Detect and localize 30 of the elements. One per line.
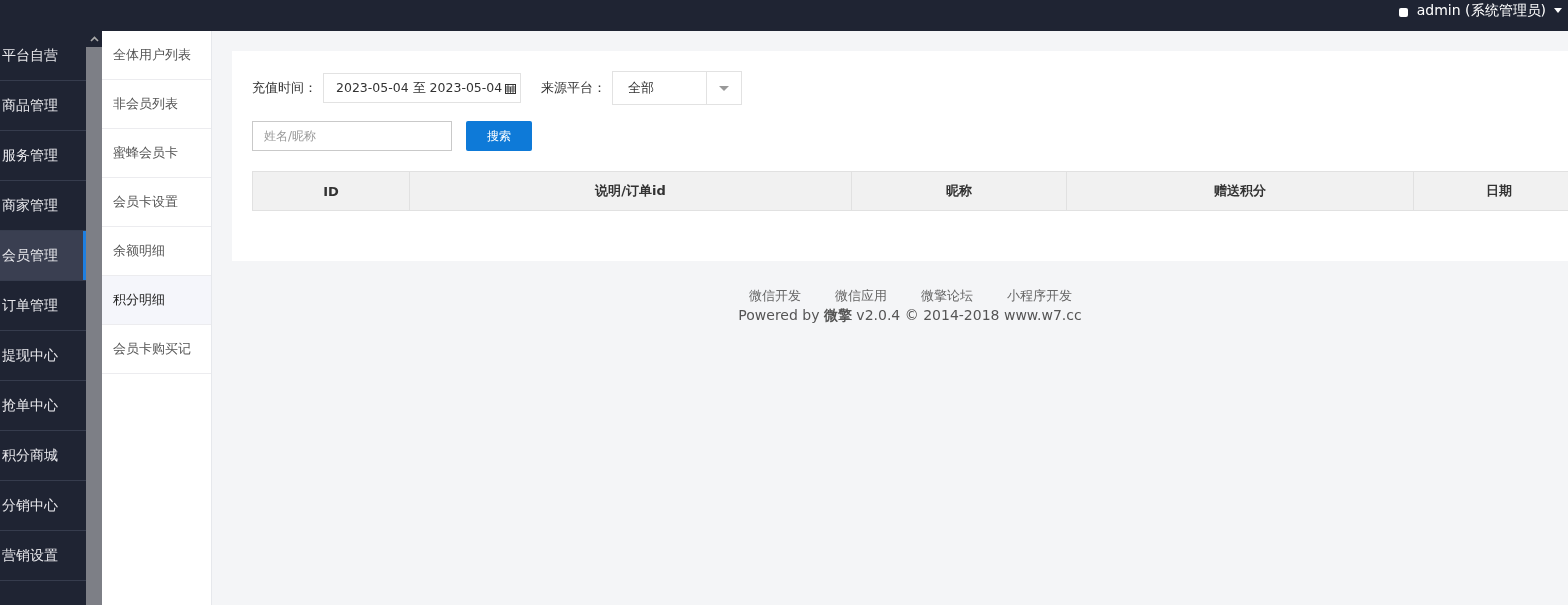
column-header: 日期	[1413, 171, 1568, 211]
scrollbar[interactable]	[86, 31, 102, 605]
caret-icon	[719, 85, 730, 91]
submenu-item[interactable]: 非会员列表	[102, 80, 211, 129]
chevron-up-icon[interactable]	[89, 36, 99, 42]
footer-link[interactable]: 微信应用	[834, 287, 887, 305]
caret-icon	[1554, 7, 1562, 13]
date-range-field[interactable]: 2023-05-04 至 2023-05-04	[323, 73, 522, 103]
date-label: 充值时间：	[252, 79, 317, 97]
platform-label: 来源平台：	[541, 79, 607, 97]
search-field[interactable]: 姓名/昵称	[252, 121, 452, 151]
footer-link[interactable]: 小程序开发	[1006, 287, 1072, 305]
user-icon	[1397, 7, 1409, 17]
submenu-item[interactable]: 全体用户列表	[102, 31, 211, 80]
sidebar-item[interactable]: 会员管理	[0, 231, 86, 281]
footer-link[interactable]: 微擎论坛	[920, 287, 973, 305]
submenu-item[interactable]: 蜜蜂会员卡	[102, 129, 211, 178]
platform-select[interactable]: 全部	[612, 71, 743, 105]
column-header: 说明/订单id	[409, 171, 852, 211]
submenu-item[interactable]: 积分明细	[102, 276, 211, 325]
copyright-text: Powered by 微擎 v2.0.4 © 2014-2018 www.w7.cc	[738, 307, 1082, 325]
column-header: 昵称	[851, 171, 1067, 211]
user-menu[interactable]: admin (系统管理员)	[1397, 1, 1568, 19]
column-header: ID	[252, 171, 410, 211]
footer-link[interactable]: 微信开发	[748, 287, 801, 305]
search-button[interactable]: 搜索	[466, 121, 532, 151]
submenu-item[interactable]: 会员卡购买记	[102, 325, 211, 374]
calendar-icon	[505, 82, 517, 94]
submenu-item[interactable]: 会员卡设置	[102, 178, 211, 227]
column-header: 赠送积分	[1066, 171, 1414, 211]
